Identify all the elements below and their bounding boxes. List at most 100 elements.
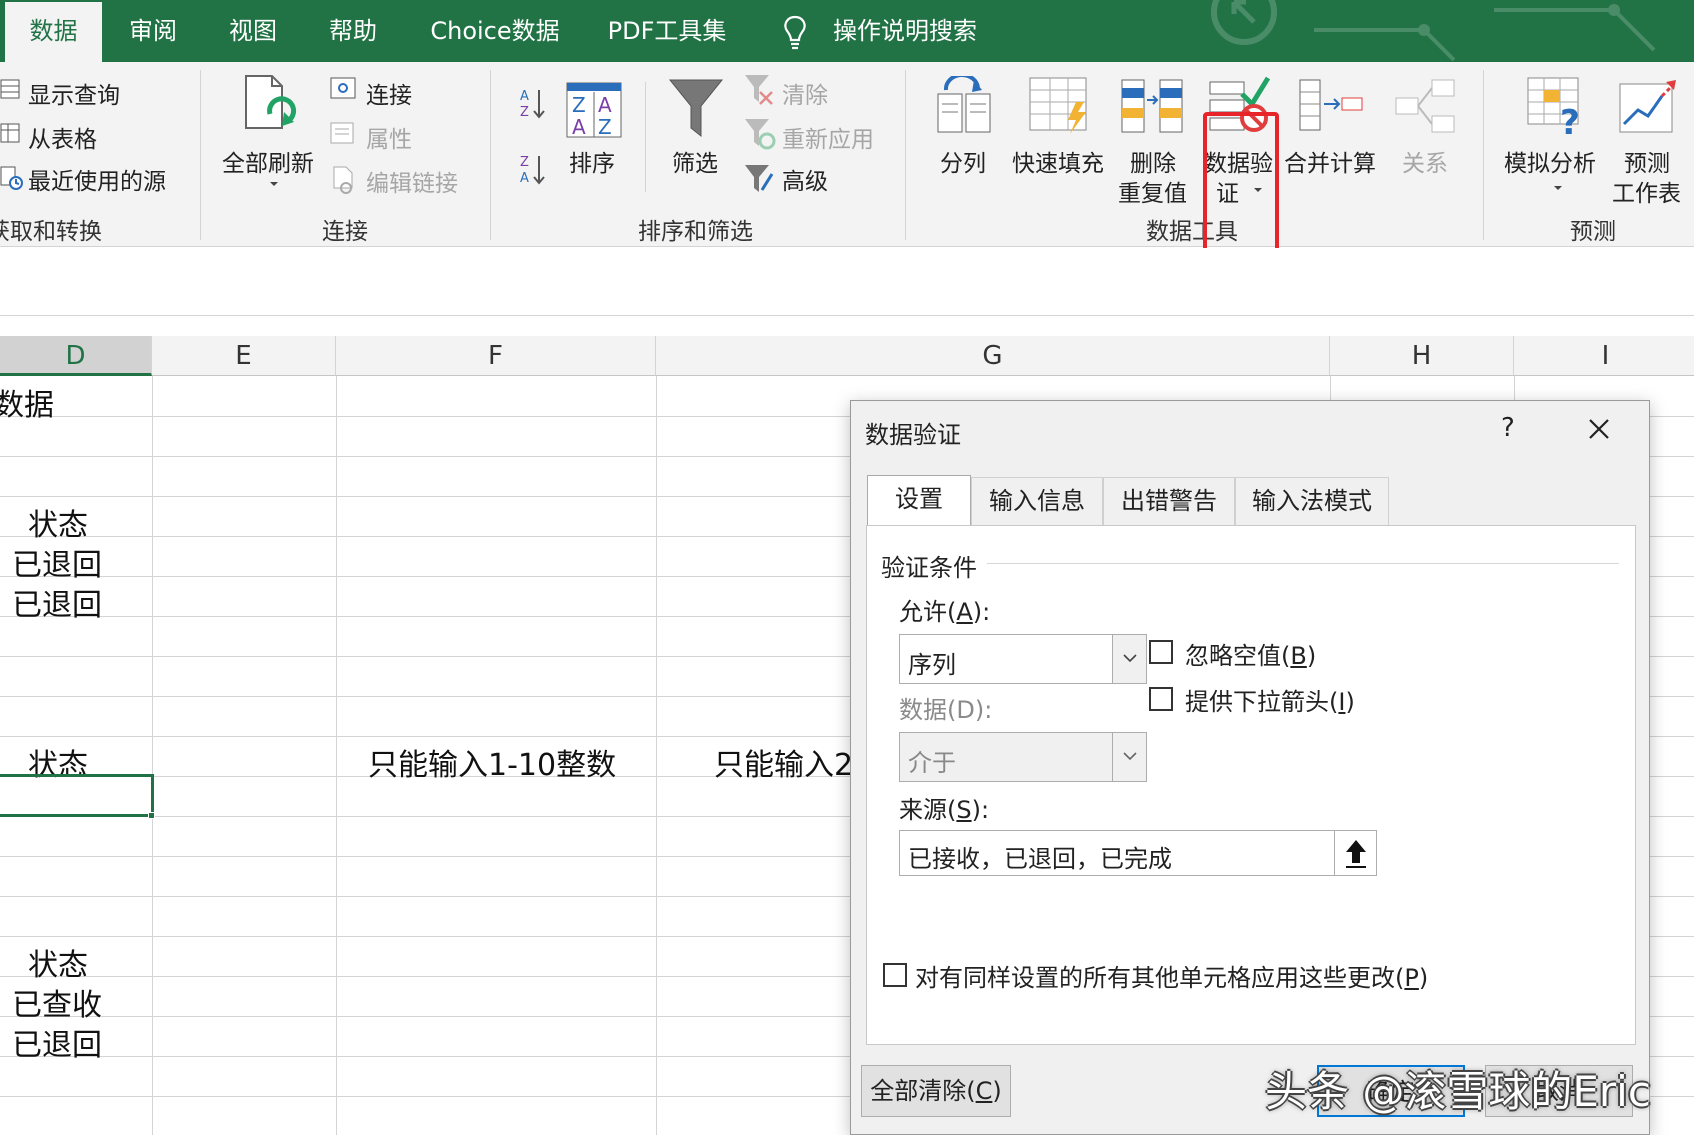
column-header-h[interactable]: H xyxy=(1330,336,1514,376)
sort-button[interactable]: 排序 xyxy=(569,144,615,178)
group-label-get-transform: 获取和转换 xyxy=(0,219,102,245)
column-header-d[interactable]: D xyxy=(0,336,152,376)
consolidate-button[interactable]: 合并计算 xyxy=(1284,144,1376,178)
svg-text:A: A xyxy=(572,115,586,138)
relationships-button[interactable]: 关系 xyxy=(1402,144,1448,178)
dialog-title: 数据验证 xyxy=(865,421,961,449)
grid-line xyxy=(336,376,337,1135)
flash-fill-button[interactable]: 快速填充 xyxy=(1012,144,1104,178)
chevron-down-icon[interactable] xyxy=(1552,184,1564,192)
apply-to-all-key: P xyxy=(1404,964,1419,992)
ignore-blank-checkbox[interactable] xyxy=(1149,640,1173,664)
clear-filter-button[interactable]: 清除 xyxy=(782,76,828,110)
tab-input-message[interactable]: 输入信息 xyxy=(971,477,1103,525)
column-header-g[interactable]: G xyxy=(656,336,1330,376)
text-to-columns-button[interactable]: 分列 xyxy=(940,144,986,178)
tell-me-search[interactable]: 操作说明搜索 xyxy=(830,0,980,62)
clear-all-text: 全部清除( xyxy=(870,1077,976,1105)
remove-duplicates-button-line2[interactable]: 重复值 xyxy=(1118,174,1187,208)
in-cell-dropdown-text: 提供下拉箭头( xyxy=(1185,688,1339,716)
clear-all-button[interactable]: 全部清除(C) xyxy=(861,1065,1011,1117)
tab-review[interactable]: 审阅 xyxy=(118,0,188,62)
source-input[interactable]: 已接收，已退回，已完成 xyxy=(899,830,1377,876)
tab-ime-mode[interactable]: 输入法模式 xyxy=(1235,477,1389,525)
remove-duplicates-button-line1[interactable]: 删除 xyxy=(1130,144,1176,178)
forecast-sheet-button-line1[interactable]: 预测 xyxy=(1624,144,1670,178)
what-if-analysis-button[interactable]: 模拟分析 xyxy=(1504,144,1596,178)
connections-button[interactable]: 连接 xyxy=(366,76,412,110)
sheet-top-gap xyxy=(0,316,1694,336)
in-cell-dropdown-checkbox[interactable] xyxy=(1149,687,1173,711)
remove-duplicates-icon xyxy=(1121,79,1183,133)
column-header-e[interactable]: E xyxy=(152,336,336,376)
ignore-blank-key: B xyxy=(1290,642,1307,670)
chevron-down-icon[interactable] xyxy=(268,180,280,188)
allow-select-value: 序列 xyxy=(908,651,956,679)
svg-text:Z: Z xyxy=(572,93,586,117)
edit-links-button[interactable]: 编辑链接 xyxy=(366,164,458,198)
tab-settings[interactable]: 设置 xyxy=(867,475,971,527)
svg-text:Z: Z xyxy=(520,105,529,120)
allow-label-suffix: ): xyxy=(972,598,991,626)
fill-handle[interactable] xyxy=(148,812,155,819)
ignore-blank-label: 忽略空值(B) xyxy=(1185,636,1316,671)
forecast-sheet-button-line2[interactable]: 工作表 xyxy=(1612,174,1681,208)
reapply-button[interactable]: 重新应用 xyxy=(782,120,874,154)
lightbulb-icon[interactable] xyxy=(780,14,810,50)
cell-d16[interactable]: 已查收 xyxy=(12,980,102,1024)
cell-d4[interactable]: 状态 xyxy=(28,500,88,544)
collapse-dialog-button[interactable] xyxy=(1334,831,1376,875)
source-label-suffix: ): xyxy=(971,796,990,824)
data-select-value: 介于 xyxy=(908,749,956,777)
from-table-button[interactable]: 从表格 xyxy=(28,120,97,154)
watermark-text: 头条 @滚雪球的Eric xyxy=(1265,1067,1651,1116)
tab-error-alert[interactable]: 出错警告 xyxy=(1103,477,1235,525)
column-header-f[interactable]: F xyxy=(336,336,656,376)
advanced-filter-icon xyxy=(745,165,774,192)
cell-g10[interactable]: 只能输入2 xyxy=(714,740,853,784)
apply-to-all-checkbox[interactable] xyxy=(883,963,907,987)
svg-text:Z: Z xyxy=(520,155,529,170)
group-label-connections: 连接 xyxy=(322,219,368,245)
allow-label: 允许(A): xyxy=(899,592,990,627)
clear-all-key: C xyxy=(975,1077,993,1105)
cell-d17[interactable]: 已退回 xyxy=(12,1020,102,1064)
cell-d6[interactable]: 已退回 xyxy=(12,580,102,624)
refresh-all-button[interactable]: 全部刷新 xyxy=(222,144,314,178)
svg-text:A: A xyxy=(520,171,529,186)
tab-choice[interactable]: Choice数据 xyxy=(425,0,565,62)
active-cell-border[interactable] xyxy=(0,774,154,817)
sort-ascending-icon[interactable]: AZ xyxy=(518,86,546,122)
advanced-filter-button[interactable]: 高级 xyxy=(782,162,828,196)
filter-button[interactable]: 筛选 xyxy=(672,144,718,178)
allow-select-arrow[interactable] xyxy=(1112,635,1146,683)
ribbon: 显示查询 从表格 最近使用的源 获取和转换 全部刷新 连接 属性 编辑链接 连接… xyxy=(0,62,1694,282)
help-button[interactable]: ? xyxy=(1501,413,1515,443)
allow-select[interactable]: 序列 xyxy=(899,634,1147,684)
cell-d1[interactable]: 数据 xyxy=(0,380,54,424)
properties-button[interactable]: 属性 xyxy=(366,120,412,154)
tab-help[interactable]: 帮助 xyxy=(318,0,388,62)
cell-d5[interactable]: 已退回 xyxy=(12,540,102,584)
apply-to-all-text: 对有同样设置的所有其他单元格应用这些更改( xyxy=(915,964,1405,992)
tab-view[interactable]: 视图 xyxy=(218,0,288,62)
group-separator xyxy=(905,70,906,240)
data-select[interactable]: 介于 xyxy=(899,732,1147,782)
chevron-down-icon xyxy=(1123,752,1137,761)
excel-window: 数据 审阅 视图 帮助 Choice数据 PDF工具集 操作说明搜索 显示查询 … xyxy=(0,0,1694,1135)
section-divider xyxy=(987,563,1619,564)
edit-links-icon xyxy=(333,166,353,194)
close-icon[interactable] xyxy=(1581,411,1617,447)
allow-label-key: A xyxy=(956,598,973,626)
show-queries-button[interactable]: 显示查询 xyxy=(28,76,120,110)
recent-sources-button[interactable]: 最近使用的源 xyxy=(28,162,166,196)
tab-pdf-tools[interactable]: PDF工具集 xyxy=(602,0,732,62)
cell-f10[interactable]: 只能输入1-10整数 xyxy=(368,740,616,784)
data-select-arrow[interactable] xyxy=(1112,733,1146,781)
tab-data[interactable]: 数据 xyxy=(5,2,102,62)
cell-d15[interactable]: 状态 xyxy=(28,940,88,984)
refresh-all-icon xyxy=(245,75,297,129)
column-header-i[interactable]: I xyxy=(1514,336,1694,376)
sort-descending-icon[interactable]: ZA xyxy=(518,152,546,188)
formula-bar-area xyxy=(0,248,1694,316)
